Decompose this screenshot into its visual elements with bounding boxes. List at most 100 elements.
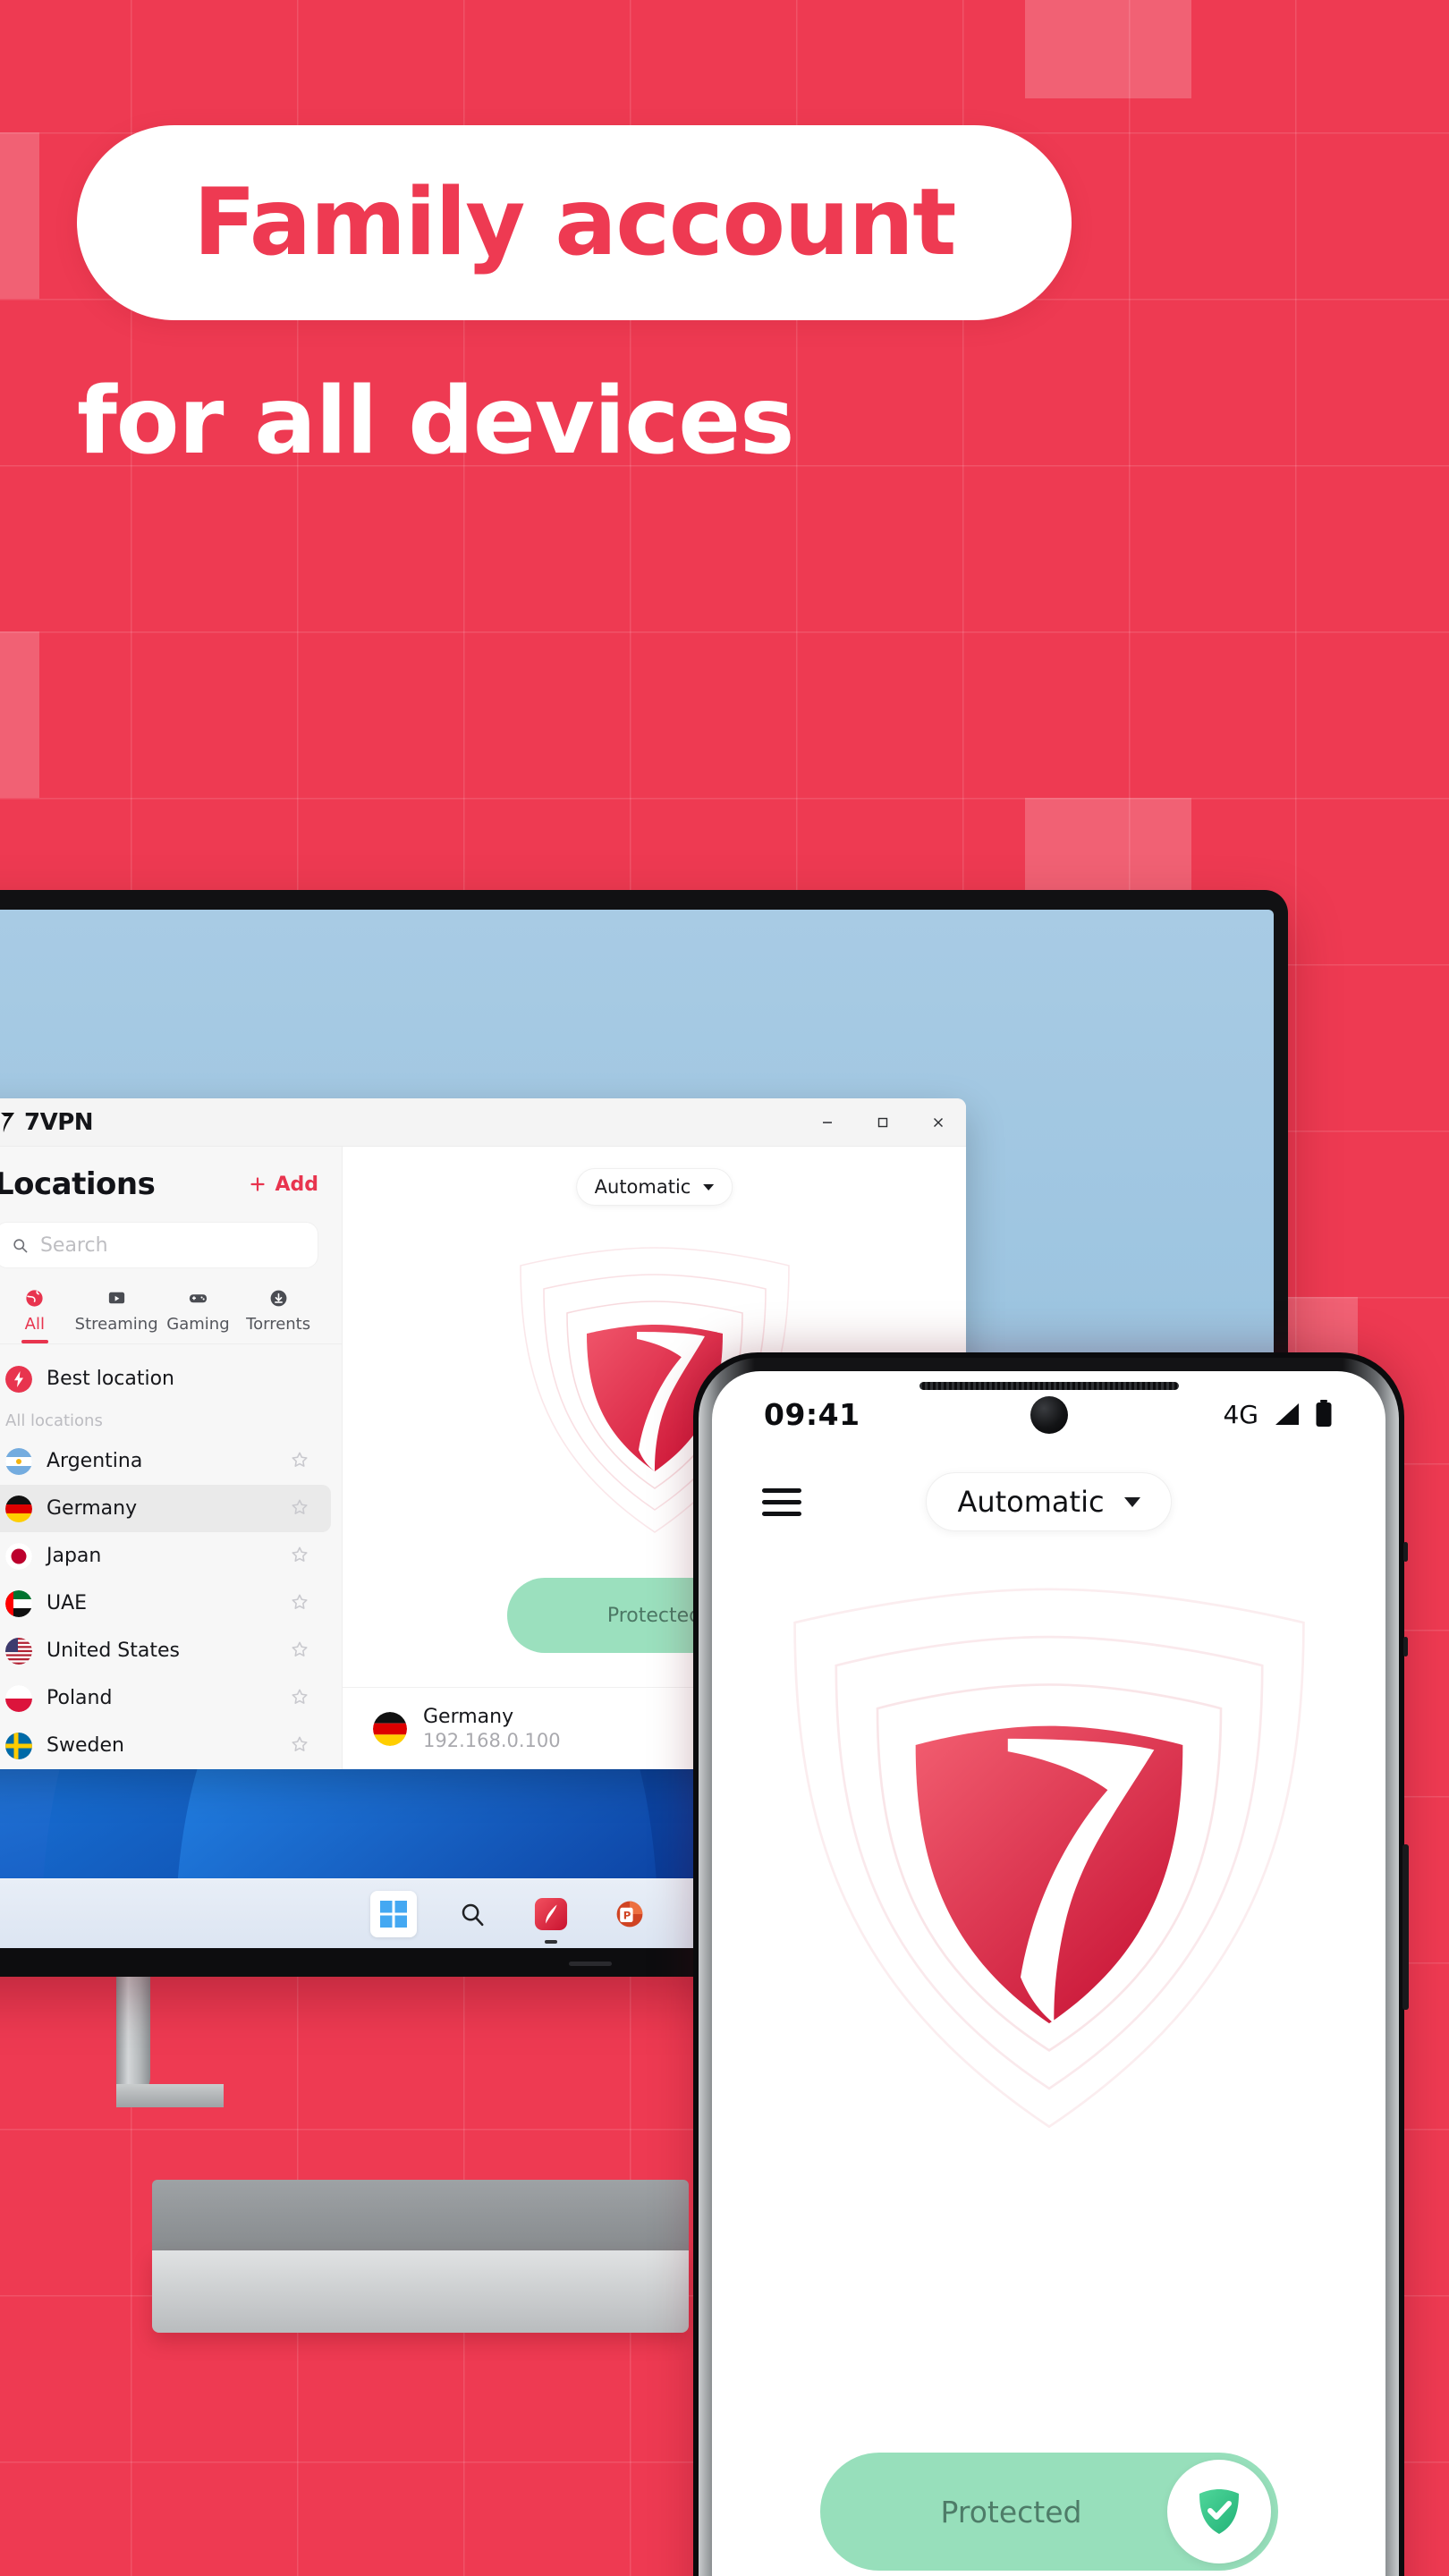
location-name: United States [47,1640,180,1662]
phone-screen: 09:41 4G Automatic Protected [712,1371,1385,2576]
chevron-down-icon [1123,1496,1140,1507]
page-title: Locations [0,1166,156,1202]
location-row-germany[interactable]: Germany [0,1485,331,1532]
minimize-icon[interactable] [800,1098,855,1147]
tab-underline [21,1340,48,1343]
favorite-star-icon[interactable] [290,1497,309,1521]
battery-full-icon [1316,1400,1332,1427]
tab-label: Torrents [246,1315,311,1334]
lightning-icon [5,1365,32,1393]
grid-highlight-cell [1025,0,1191,98]
phone-server-selector-label: Automatic [957,1485,1105,1519]
current-server-ip: 192.168.0.100 [423,1730,561,1752]
phone-shield-container [712,1573,1385,2146]
flag-de-icon [5,1495,32,1522]
tab-streaming[interactable]: Streaming [75,1288,158,1343]
phone-connection-toggle[interactable]: Protected [819,2453,1278,2571]
favorite-star-icon[interactable] [290,1734,309,1758]
phone-front-camera [1030,1396,1068,1434]
locations-list[interactable]: Best location All locations Argentina Ge… [0,1344,342,1769]
phone-app-topbar: Automatic [712,1457,1385,1538]
app-brand: 7VPN [0,1108,94,1136]
search-bar[interactable] [0,1222,318,1268]
location-name: Japan [47,1545,102,1567]
headline-pill: Family account [77,125,1072,320]
search-button[interactable] [449,1891,496,1937]
tab-torrents[interactable]: Torrents [238,1288,318,1343]
mobile-phone-mockup: 09:41 4G Automatic Protected [693,1352,1409,2576]
app-titlebar: 7VPN [0,1098,966,1147]
headline-subtitle: for all devices [77,368,794,475]
phone-status-bar: 09:41 4G [712,1371,1385,1457]
phone-connection-status-label: Protected [940,2494,1082,2529]
flag-pl-icon [5,1684,32,1712]
shield-check-icon [1199,2489,1239,2534]
search-icon [13,1238,28,1252]
phone-power-button[interactable] [1402,1844,1409,2010]
location-row-japan[interactable]: Japan [0,1532,331,1580]
location-name: Argentina [47,1450,143,1472]
hamburger-menu-icon[interactable] [762,1487,801,1516]
headline-pill-text: Family account [192,168,957,276]
location-row-uae[interactable]: UAE [0,1580,331,1627]
tab-label: All [24,1315,45,1334]
start-button[interactable] [370,1890,417,1937]
location-row-united-states[interactable]: United States [0,1627,331,1674]
7vpn-shield-icon [792,1588,1305,2129]
app-brand-text: 7VPN [24,1108,94,1136]
powerpoint-app-button[interactable]: P [606,1891,653,1937]
location-row-sweden[interactable]: Sweden [0,1722,331,1769]
gamepad-icon [189,1294,208,1303]
favorite-star-icon[interactable] [290,1450,309,1473]
locations-group-label: All locations [5,1411,103,1430]
locations-header: Locations Add [0,1147,342,1211]
close-icon[interactable] [911,1098,966,1147]
tab-gaming[interactable]: Gaming [158,1288,239,1343]
monitor-stand-joint [116,2084,224,2107]
favorite-star-icon[interactable] [290,1545,309,1568]
location-row-poland[interactable]: Poland [0,1674,331,1722]
best-location-row[interactable]: Best location [0,1355,331,1402]
play-icon [108,1292,124,1304]
maximize-icon[interactable] [855,1098,911,1147]
7vpn-app-button[interactable] [528,1891,574,1944]
phone-volume-up-button[interactable] [1403,1542,1408,1562]
monitor-stand-base-top [152,2180,689,2251]
location-name: UAE [47,1592,88,1614]
phone-volume-down-button[interactable] [1403,1637,1408,1657]
location-name: Poland [47,1687,113,1709]
location-row-argentina[interactable]: Argentina [0,1437,331,1485]
favorite-star-icon[interactable] [290,1592,309,1615]
toggle-knob[interactable] [1166,2460,1271,2563]
status-network-label: 4G [1223,1399,1258,1429]
flag-ar-icon [5,1447,32,1475]
tab-label: Streaming [74,1315,158,1334]
flag-us-icon [5,1637,32,1665]
location-name: Germany [47,1497,138,1520]
app-running-indicator [545,1939,557,1944]
status-indicators: 4G [1223,1399,1334,1429]
window-controls [800,1098,966,1147]
favorite-star-icon[interactable] [290,1640,309,1663]
favorite-star-icon[interactable] [290,1687,309,1710]
search-input[interactable] [39,1233,301,1257]
flag-de-icon [373,1711,407,1746]
tab-label: Gaming [166,1315,230,1334]
grid-highlight-cell [0,132,39,299]
flag-se-icon [5,1732,32,1759]
signal-icon [1275,1403,1299,1425]
flag-jp-icon [5,1542,32,1570]
connection-status-label: Protected [606,1604,702,1627]
server-selector-chip[interactable]: Automatic [575,1168,733,1206]
monitor-stand-base [152,2250,689,2333]
location-name: Sweden [47,1734,124,1757]
globe-red-icon [26,1290,43,1307]
server-selector-label: Automatic [594,1176,691,1198]
add-location-button[interactable]: Add [249,1174,318,1196]
best-location-label: Best location [47,1368,174,1390]
plus-icon [250,1177,266,1191]
phone-server-selector-chip[interactable]: Automatic [926,1472,1172,1531]
tab-all[interactable]: All [0,1288,75,1343]
svg-text:P: P [623,1909,631,1921]
monitor-stand-neck [116,1966,150,2100]
